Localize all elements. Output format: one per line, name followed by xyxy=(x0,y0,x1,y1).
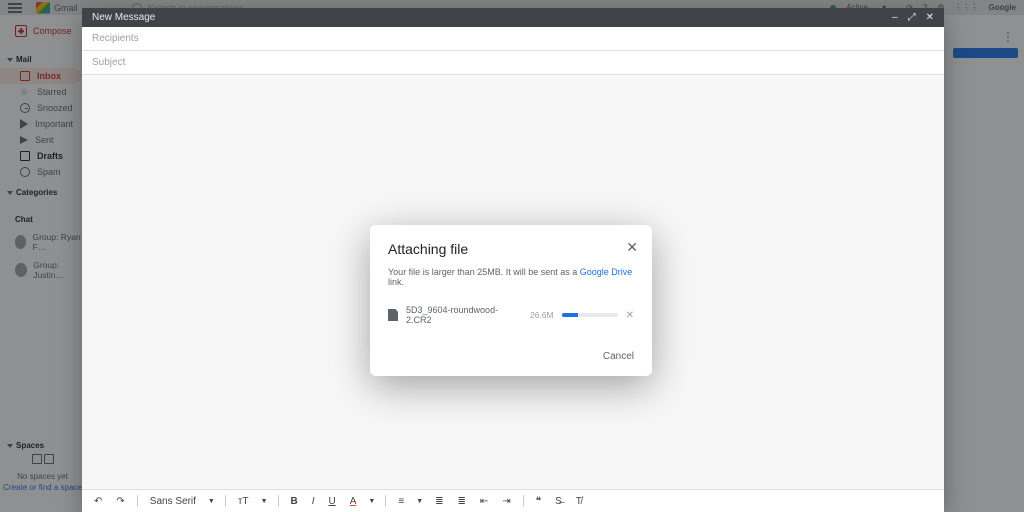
dialog-message: Your file is larger than 25MB. It will b… xyxy=(388,267,634,287)
recipients-field[interactable]: Recipients xyxy=(82,27,944,51)
underline-button[interactable]: U xyxy=(327,496,338,507)
italic-button[interactable]: I xyxy=(310,496,317,507)
minimize-icon[interactable]: – xyxy=(892,12,898,23)
google-drive-link[interactable]: Google Drive xyxy=(580,267,633,277)
indent-increase-button[interactable]: ⇥ xyxy=(500,496,512,507)
subject-field[interactable]: Subject xyxy=(82,51,944,75)
upload-progress-bar xyxy=(562,313,618,317)
redo-button[interactable]: ↷ xyxy=(114,496,126,507)
numbered-list-button[interactable]: ≣ xyxy=(433,496,445,507)
bulleted-list-button[interactable]: ≣ xyxy=(456,496,468,507)
text-color-button[interactable]: A xyxy=(348,496,359,507)
align-button[interactable]: ≡ xyxy=(396,496,406,507)
separator xyxy=(225,495,226,507)
undo-button[interactable]: ↶ xyxy=(92,496,104,507)
quote-button[interactable]: ❝ xyxy=(534,496,543,507)
remove-file-icon[interactable]: ✕ xyxy=(626,310,634,321)
file-icon xyxy=(388,309,398,321)
bold-button[interactable]: B xyxy=(289,496,300,507)
strikethrough-button[interactable]: S̶ xyxy=(553,496,564,507)
font-selector[interactable]: Sans Serif xyxy=(148,496,198,507)
clear-formatting-button[interactable]: T̸ xyxy=(574,496,584,507)
format-toolbar: ↶ ↷ Sans Serif ▼ тT ▼ B I U A ▼ ≡ ▼ ≣ ≣ … xyxy=(82,489,944,512)
font-size-button[interactable]: тT xyxy=(236,496,251,507)
attaching-file-dialog: ✕ Attaching file Your file is larger tha… xyxy=(370,225,652,376)
separator xyxy=(385,495,386,507)
separator xyxy=(523,495,524,507)
separator xyxy=(137,495,138,507)
close-icon[interactable]: ✕ xyxy=(926,12,934,23)
compose-title: New Message xyxy=(92,12,155,23)
indent-decrease-button[interactable]: ⇤ xyxy=(478,496,490,507)
file-name: 5D3_9604-roundwood-2.CR2 xyxy=(406,305,522,325)
file-upload-row: 5D3_9604-roundwood-2.CR2 26.6M ✕ xyxy=(388,305,634,325)
expand-icon[interactable]: ⤢ xyxy=(908,12,916,23)
compose-header[interactable]: New Message – ⤢ ✕ xyxy=(82,8,944,27)
dialog-close-icon[interactable]: ✕ xyxy=(626,239,638,256)
cancel-button[interactable]: Cancel xyxy=(603,351,634,362)
file-size: 26.6M xyxy=(530,310,554,320)
separator xyxy=(278,495,279,507)
dialog-title: Attaching file xyxy=(388,241,634,257)
